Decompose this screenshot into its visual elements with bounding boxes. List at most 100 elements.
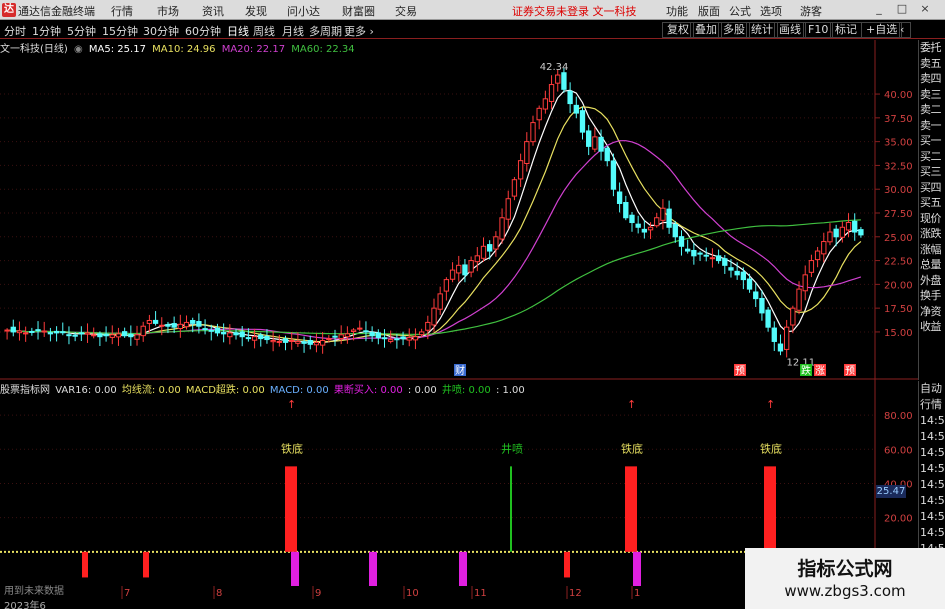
indicator-name: 股票指标网 [0, 385, 50, 396]
candle-body [709, 257, 716, 260]
candle-body [542, 98, 549, 110]
candle-body [499, 217, 505, 240]
side-item[interactable]: 换手 [919, 288, 945, 304]
side-item[interactable]: 现价 [919, 211, 945, 227]
side-item[interactable]: 卖一 [919, 118, 945, 134]
event-marker[interactable]: 财 [455, 364, 465, 377]
candle-body [208, 329, 214, 332]
menu-market[interactable]: 市场 [157, 3, 179, 19]
side-item[interactable]: 涨幅 [919, 242, 945, 258]
menu-options[interactable]: 选项 [760, 3, 782, 19]
menu-formula[interactable]: 公式 [729, 3, 751, 19]
candle-body [109, 334, 115, 338]
event-marker[interactable]: 涨 [815, 365, 825, 377]
kline-chart[interactable]: 15.00 17.50 20.00 22.50 25.00 27.50 30.00 32.50… [0, 40, 918, 380]
side-item[interactable]: 卖二 [919, 102, 945, 118]
candle-body [629, 214, 635, 224]
up-arrow-icon: ↑ [766, 398, 775, 411]
candle-body [159, 324, 165, 327]
menu-quotes[interactable]: 行情 [111, 3, 133, 19]
candle-body [697, 252, 703, 255]
candle-body [375, 332, 381, 339]
minimize-icon[interactable]: _ [872, 2, 886, 16]
menu-ask[interactable]: 问小达 [287, 3, 320, 19]
candle-body [78, 332, 85, 335]
side-item[interactable]: 买二 [919, 149, 945, 165]
side-item[interactable]: 卖四 [919, 71, 945, 87]
period-60min[interactable]: 60分钟 [185, 23, 221, 39]
candle-body [388, 339, 394, 342]
candle-body [474, 255, 480, 263]
side-item[interactable]: 涨跌 [919, 226, 945, 242]
side-item[interactable]: 买四 [919, 180, 945, 196]
candle-body [530, 122, 536, 143]
side-item[interactable]: 净资 [919, 304, 945, 320]
menu-trade[interactable]: 交易 [395, 3, 417, 19]
candle-body [654, 217, 660, 227]
neg-bar [459, 551, 467, 586]
menu-function[interactable]: 功能 [666, 3, 688, 19]
period-more[interactable]: 更多 › [344, 23, 374, 39]
menu-layout[interactable]: 版面 [698, 3, 720, 19]
period-5min[interactable]: 5分钟 [67, 23, 96, 39]
y-tick-label: 22.50 [884, 257, 913, 268]
maximize-icon[interactable]: □ [895, 2, 909, 16]
candle-body [47, 332, 54, 335]
candle-body [443, 279, 450, 292]
candle-body [517, 160, 524, 180]
candle-body [548, 84, 555, 102]
period-multi[interactable]: 多周期 [309, 23, 342, 39]
tick-item: 14:50 [920, 430, 945, 443]
event-marker[interactable]: 跌 [801, 364, 811, 377]
candle-body [715, 255, 722, 262]
period-30min[interactable]: 30分钟 [143, 23, 179, 39]
signal-bar [285, 466, 297, 552]
side-item[interactable]: 外盘 [919, 273, 945, 289]
ind-y-tick-label: 80.00 [884, 411, 913, 422]
y-tick-label: 32.50 [884, 161, 913, 172]
period-weekly[interactable]: 周线 [253, 23, 275, 39]
period-daily[interactable]: 日线 [227, 23, 249, 39]
menu-wealth[interactable]: 财富圈 [342, 3, 375, 19]
side-item[interactable]: 买五 [919, 195, 945, 211]
candle-body [177, 323, 183, 329]
tick-item: 14:50 [920, 414, 945, 427]
menu-discover[interactable]: 发现 [245, 3, 267, 19]
price-tag: 25.47 [876, 485, 906, 498]
side-item[interactable]: 总量 [919, 257, 945, 273]
draw-line-button[interactable]: 画线 [774, 22, 806, 38]
candle-body [91, 334, 97, 337]
guest-label[interactable]: 游客 [800, 3, 822, 19]
close-icon[interactable]: × [918, 2, 932, 16]
side-item[interactable]: 买一 [919, 133, 945, 149]
period-monthly[interactable]: 月线 [282, 23, 304, 39]
side-item[interactable]: 委托 [919, 40, 945, 56]
event-marker[interactable]: 预 [735, 365, 745, 377]
candle-body [394, 338, 400, 341]
candle-body [307, 340, 313, 345]
candle-body [245, 337, 252, 340]
candle-body [183, 321, 190, 328]
period-timeshare[interactable]: 分时 [4, 23, 26, 39]
add-watchlist-button[interactable]: +自选 [861, 22, 903, 38]
prev-icon[interactable]: ‹ [899, 22, 911, 38]
side-item[interactable]: 卖五 [919, 56, 945, 72]
candle-body [623, 201, 629, 219]
candle-body [233, 332, 239, 336]
mark-button[interactable]: 标记 [830, 22, 862, 38]
settings-icon[interactable]: ◉ [74, 44, 83, 55]
candle-body [814, 250, 821, 261]
f10-button[interactable]: F10 [803, 22, 834, 38]
candle-body [35, 329, 41, 332]
side-item[interactable]: 卖三 [919, 87, 945, 103]
side-item[interactable]: 买三 [919, 164, 945, 180]
period-15min[interactable]: 15分钟 [102, 23, 138, 39]
up-arrow-icon: ↑ [627, 398, 636, 411]
menu-news[interactable]: 资讯 [202, 3, 224, 19]
candle-body [301, 341, 307, 344]
candle-body [833, 228, 839, 238]
candle-body [53, 330, 60, 334]
period-1min[interactable]: 1分钟 [32, 23, 61, 39]
event-marker[interactable]: 预 [845, 365, 855, 377]
side-item[interactable]: 收益 [919, 319, 945, 335]
